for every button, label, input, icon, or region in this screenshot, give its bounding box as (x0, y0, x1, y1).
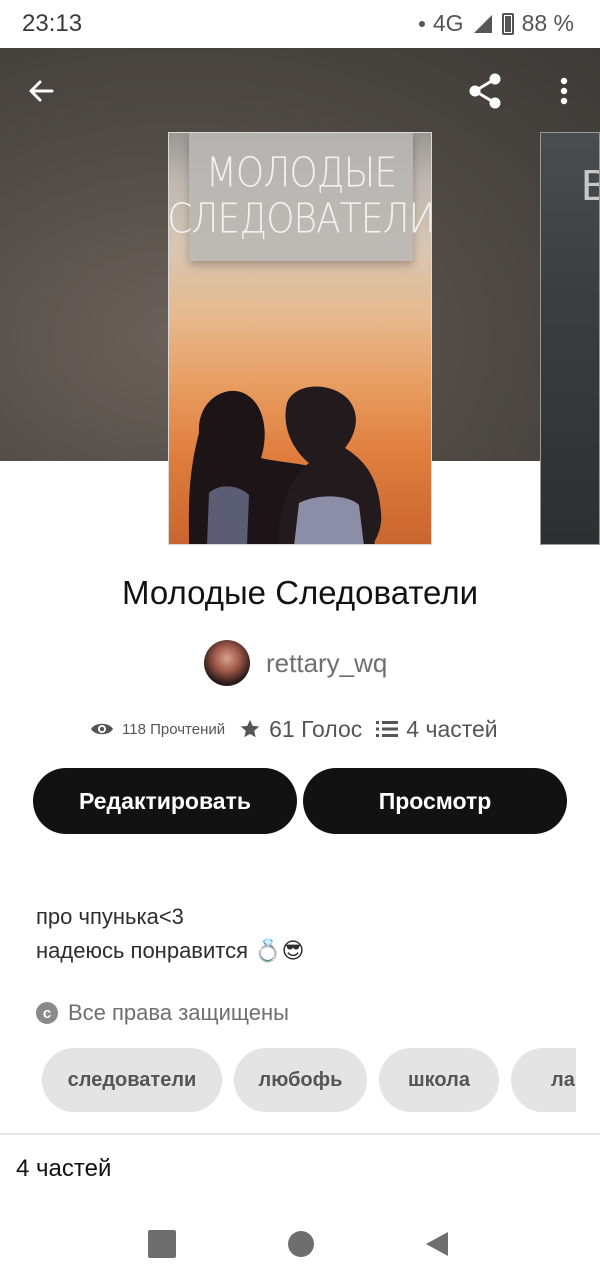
parts-count: 4 частей (406, 715, 498, 742)
author-avatar[interactable] (204, 640, 250, 686)
next-story-cover[interactable]: В (540, 132, 600, 545)
parts-stat: 4 частей (376, 715, 498, 743)
star-icon (240, 719, 260, 738)
author-name[interactable]: rettary_wq (266, 648, 387, 679)
list-icon (376, 721, 399, 737)
next-cover-title: В (581, 161, 599, 211)
parts-section-heading[interactable]: 4 частей (16, 1155, 111, 1183)
tags-list: следователи любофь школа ла (42, 1048, 576, 1112)
eye-icon (91, 723, 113, 735)
battery-level: 88 % (521, 10, 574, 36)
tag-chip[interactable]: ла (511, 1048, 576, 1112)
more-vertical-icon (560, 77, 568, 105)
view-button[interactable]: Просмотр (303, 768, 567, 834)
story-cover[interactable]: МОЛОДЫЕ СЛЕДОВАТЕЛИ (168, 132, 432, 545)
copyright-label: Все права защищены (68, 1000, 289, 1025)
recent-apps-button[interactable] (148, 1230, 176, 1258)
description-line1: про чпунька<3 (36, 904, 184, 929)
tag-chip[interactable]: школа (379, 1048, 499, 1112)
arrow-left-icon (29, 80, 54, 102)
back-button[interactable] (16, 66, 66, 116)
cover-title-box: МОЛОДЫЕ СЛЕДОВАТЕЛИ (169, 133, 431, 261)
story-description: про чпунька<3 надеюсь понравится 💍😎 (36, 900, 304, 968)
cover-title-line1: МОЛОДЫЕ (205, 149, 397, 197)
status-time: 23:13 (22, 10, 83, 37)
status-indicators: 4G 88 % (418, 10, 574, 37)
share-icon (469, 73, 501, 109)
status-bar: 23:13 4G 88 % (0, 0, 600, 48)
reads-stat: 118 Прочтений (90, 721, 225, 738)
back-triangle-icon[interactable] (424, 1230, 450, 1258)
tag-chip[interactable]: любофь (234, 1048, 367, 1112)
copyright-icon: c (36, 1002, 58, 1024)
cover-title-text: МОЛОДЫЕ СЛЕДОВАТЕЛИ (168, 149, 432, 243)
story-title: Молодые Следователи (121, 574, 479, 611)
section-divider (0, 1133, 600, 1135)
signal-icon (473, 14, 492, 33)
votes-count: 61 Голос (269, 715, 363, 742)
tag-chip[interactable]: следователи (42, 1048, 222, 1112)
network-type: 4G (432, 10, 464, 36)
copyright-notice: c Все права защищены (36, 1000, 289, 1026)
notification-dot-icon (418, 20, 425, 27)
more-options-button[interactable] (540, 66, 588, 116)
description-line2: надеюсь понравится 💍😎 (36, 938, 305, 963)
edit-button[interactable]: Редактировать (33, 768, 297, 834)
battery-icon (501, 12, 514, 35)
reads-count: 118 Прочтений (122, 720, 226, 738)
home-button[interactable] (288, 1231, 314, 1257)
votes-stat: 61 Голос (239, 716, 362, 743)
author-row[interactable]: rettary_wq (204, 640, 387, 686)
share-button[interactable] (460, 66, 510, 116)
cover-title-line2: СЛЕДОВАТЕЛИ (168, 195, 432, 243)
story-stats: 118 Прочтений 61 Голос 4 частей (90, 712, 512, 746)
